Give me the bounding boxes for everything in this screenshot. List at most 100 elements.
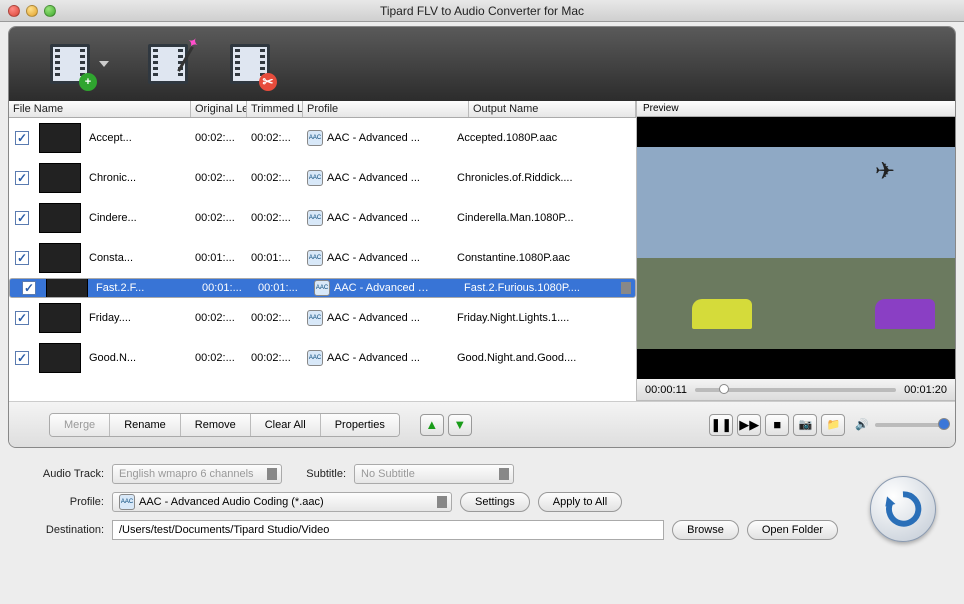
col-output[interactable]: Output Name [469,101,636,117]
profile-select[interactable]: AACAAC - Advanced Audio Coding (*.aac) [112,492,452,512]
move-up-button[interactable]: ▲ [420,414,444,436]
row-output-name: Accepted.1080P.aac [453,118,636,158]
row-original-length: 00:02:... [191,198,247,238]
rename-button[interactable]: Rename [110,414,181,436]
file-list: File Name Original Le Trimmed L Profile … [9,101,637,401]
audiotrack-select[interactable]: English wmapro 6 channels [112,464,282,484]
action-bar: Merge Rename Remove Clear All Properties… [9,401,955,447]
row-filename: Cindere... [85,198,191,238]
row-profile: AACAAC - Advanced ... [303,238,453,278]
row-filename: Chronic... [85,158,191,198]
row-profile: AACAAC - Advanced ... [303,158,453,198]
subtitle-label: Subtitle: [290,468,346,480]
snapshot-folder-button[interactable]: 📁 [821,414,845,436]
toolbar: + ✂ [9,27,955,101]
row-output-name: Constantine.1080P.aac [453,238,636,278]
row-thumbnail [39,243,81,273]
move-down-button[interactable]: ▼ [448,414,472,436]
row-checkbox[interactable]: ✓ [15,171,29,185]
preview-timebar: 00:00:11 00:01:20 [637,379,955,401]
camera-icon: 📷 [798,418,812,431]
row-thumbnail [39,343,81,373]
row-profile: AACAAC - Advanced ... [303,338,453,378]
row-trimmed-length: 00:02:... [247,298,303,338]
row-profile: AACAAC - Advanced ... [303,198,453,238]
row-trimmed-length: 00:02:... [247,198,303,238]
snapshot-button[interactable]: 📷 [793,414,817,436]
app-chrome: + ✂ File Name Original Le Trimmed L Prof… [8,26,956,448]
step-button[interactable]: ▶▶ [737,414,761,436]
table-row[interactable]: ✓Consta...00:01:...00:01:...AACAAC - Adv… [9,238,636,278]
add-file-dropdown-icon[interactable] [99,61,109,67]
convert-button[interactable] [870,476,936,542]
row-output-name: Good.Night.and.Good.... [453,338,636,378]
subtitle-select[interactable]: No Subtitle [354,464,514,484]
col-trimmed[interactable]: Trimmed L [247,101,303,117]
row-trimmed-length: 00:02:... [247,118,303,158]
row-filename: Consta... [85,238,191,278]
preview-car-purple [875,299,935,329]
row-checkbox[interactable]: ✓ [15,251,29,265]
row-profile: AACAAC - Advanced ... [303,118,453,158]
col-original[interactable]: Original Le [191,101,247,117]
open-folder-button[interactable]: Open Folder [747,520,838,540]
row-profile: AACAAC - Advanced ... [303,298,453,338]
row-filename: Fast.2.F... [92,279,198,297]
convert-icon [882,488,924,530]
stop-button[interactable]: ■ [765,414,789,436]
row-checkbox[interactable]: ✓ [15,311,29,325]
row-filename: Friday.... [85,298,191,338]
profile-label: Profile: [18,496,104,508]
preview-helicopter-icon: ✈ [875,157,895,186]
col-filename[interactable]: File Name [9,101,191,117]
settings-panel: Audio Track: English wmapro 6 channels S… [0,454,964,562]
table-row[interactable]: ✓Fast.2.F...00:01:...00:01:...AACAAC - A… [9,278,636,298]
properties-button[interactable]: Properties [321,414,399,436]
row-trimmed-length: 00:02:... [247,338,303,378]
preview-screen[interactable]: ✈ [637,117,955,379]
row-checkbox[interactable]: ✓ [15,351,29,365]
table-row[interactable]: ✓Cindere...00:02:...00:02:...AACAAC - Ad… [9,198,636,238]
folder-icon: 📁 [826,418,840,431]
browse-button[interactable]: Browse [672,520,739,540]
row-checkbox[interactable]: ✓ [22,281,36,295]
merge-button[interactable]: Merge [50,414,110,436]
destination-field[interactable]: /Users/test/Documents/Tipard Studio/Vide… [112,520,664,540]
row-filename: Good.N... [85,338,191,378]
trim-button[interactable]: ✂ [227,41,273,87]
row-output-name: Cinderella.Man.1080P... [453,198,636,238]
column-headers: File Name Original Le Trimmed L Profile … [9,101,636,118]
pause-button[interactable]: ❚❚ [709,414,733,436]
time-current: 00:00:11 [645,384,687,396]
table-row[interactable]: ✓Good.N...00:02:...00:02:...AACAAC - Adv… [9,338,636,378]
row-checkbox[interactable]: ✓ [15,131,29,145]
row-original-length: 00:02:... [191,338,247,378]
table-row[interactable]: ✓Chronic...00:02:...00:02:...AACAAC - Ad… [9,158,636,198]
row-thumbnail [39,203,81,233]
row-original-length: 00:02:... [191,298,247,338]
table-row[interactable]: ✓Accept...00:02:...00:02:...AACAAC - Adv… [9,118,636,158]
effect-button[interactable] [145,41,191,87]
row-thumbnail [39,303,81,333]
row-output-name: Friday.Night.Lights.1.... [453,298,636,338]
add-file-button[interactable]: + [47,41,93,87]
table-row[interactable]: ✓Friday....00:02:...00:02:...AACAAC - Ad… [9,298,636,338]
settings-button[interactable]: Settings [460,492,530,512]
seek-slider[interactable] [695,388,896,392]
row-original-length: 00:01:... [191,238,247,278]
row-checkbox[interactable]: ✓ [15,211,29,225]
clearall-button[interactable]: Clear All [251,414,321,436]
preview-car-yellow [692,299,752,329]
destination-label: Destination: [18,524,104,536]
preview-panel: Preview ✈ 00:00:11 00:01:20 [637,101,955,401]
col-profile[interactable]: Profile [303,101,469,117]
titlebar: Tipard FLV to Audio Converter for Mac [0,0,964,22]
apply-all-button[interactable]: Apply to All [538,492,622,512]
row-filename: Accept... [85,118,191,158]
row-thumbnail [39,163,81,193]
row-thumbnail [46,279,88,297]
row-original-length: 00:02:... [191,118,247,158]
remove-button[interactable]: Remove [181,414,251,436]
volume-slider[interactable] [875,423,945,427]
row-output-name: Fast.2.Furious.1080P.... [460,279,617,297]
